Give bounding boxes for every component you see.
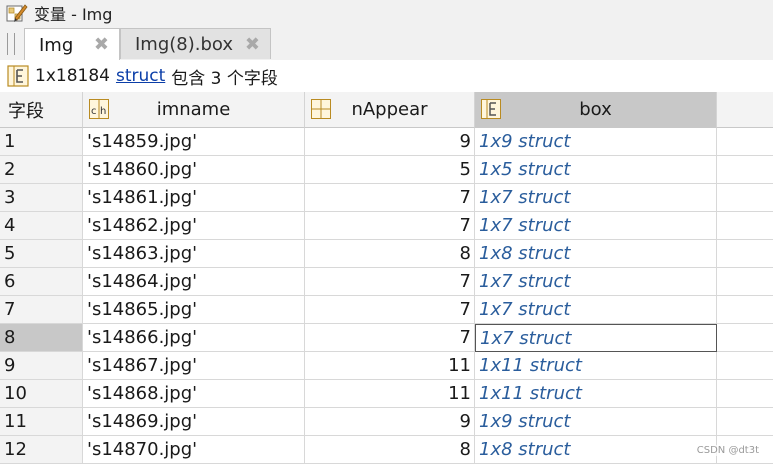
tab-img-label: Img: [39, 34, 74, 56]
variable-info-bar: 1x18184 struct 包含 3 个字段: [0, 60, 773, 92]
field-count-text: 包含 3 个字段: [171, 68, 278, 89]
cell-box[interactable]: 1x8 struct: [475, 436, 717, 464]
numeric-column-icon: [311, 99, 331, 119]
tab-img-8-box[interactable]: Img(8).box ✖: [120, 28, 271, 59]
cell-box[interactable]: 1x5 struct: [475, 156, 717, 184]
cell-imname[interactable]: 's14870.jpg': [83, 436, 305, 464]
cell-box[interactable]: 1x11 struct: [475, 380, 717, 408]
cell-empty: [717, 268, 773, 296]
close-icon[interactable]: ✖: [94, 34, 109, 55]
struct-column-icon: [481, 99, 501, 119]
cell-box[interactable]: 1x11 struct: [475, 352, 717, 380]
cell-nappear[interactable]: 7: [305, 268, 475, 296]
row-number[interactable]: 6: [0, 268, 83, 296]
row-number[interactable]: 8: [0, 324, 83, 352]
tab-bar: Img ✖ Img(8).box ✖: [0, 26, 773, 61]
cell-empty: [717, 128, 773, 156]
struct-icon: [7, 65, 29, 87]
row-header-label: 字段: [8, 100, 44, 122]
cell-nappear[interactable]: 9: [305, 408, 475, 436]
row-number[interactable]: 7: [0, 296, 83, 324]
cell-nappear[interactable]: 7: [305, 184, 475, 212]
column-header-box[interactable]: box: [475, 92, 717, 128]
cell-imname[interactable]: 's14869.jpg': [83, 408, 305, 436]
struct-doc-link[interactable]: struct: [116, 66, 165, 86]
variable-dims: 1x18184: [35, 66, 110, 86]
cell-box[interactable]: 1x8 struct: [475, 240, 717, 268]
cell-box[interactable]: 1x7 struct: [475, 296, 717, 324]
cell-empty: [717, 184, 773, 212]
cell-box[interactable]: 1x7 struct: [475, 324, 717, 352]
cell-imname[interactable]: 's14865.jpg': [83, 296, 305, 324]
row-number[interactable]: 4: [0, 212, 83, 240]
close-icon[interactable]: ✖: [245, 34, 260, 55]
row-number[interactable]: 5: [0, 240, 83, 268]
column-header-nappear[interactable]: nAppear: [305, 92, 475, 128]
svg-text:h: h: [100, 106, 106, 117]
cell-empty: [717, 296, 773, 324]
cell-nappear[interactable]: 11: [305, 352, 475, 380]
tab-bar-grip[interactable]: [7, 33, 15, 55]
cell-nappear[interactable]: 9: [305, 128, 475, 156]
cell-imname[interactable]: 's14862.jpg': [83, 212, 305, 240]
watermark: CSDN @dt3t: [696, 445, 759, 456]
row-number[interactable]: 12: [0, 436, 83, 464]
cell-imname[interactable]: 's14861.jpg': [83, 184, 305, 212]
cell-box[interactable]: 1x9 struct: [475, 128, 717, 156]
cell-empty: [717, 324, 773, 352]
cell-nappear[interactable]: 11: [305, 380, 475, 408]
cell-imname[interactable]: 's14866.jpg': [83, 324, 305, 352]
row-number[interactable]: 11: [0, 408, 83, 436]
column-header-imname[interactable]: c h imname: [83, 92, 305, 128]
cell-imname[interactable]: 's14867.jpg': [83, 352, 305, 380]
cell-imname[interactable]: 's14859.jpg': [83, 128, 305, 156]
cell-empty: [717, 212, 773, 240]
cell-box[interactable]: 1x7 struct: [475, 212, 717, 240]
cell-imname[interactable]: 's14863.jpg': [83, 240, 305, 268]
cell-imname[interactable]: 's14868.jpg': [83, 380, 305, 408]
window-titlebar: 变量 - Img: [0, 0, 773, 26]
cell-nappear[interactable]: 7: [305, 212, 475, 240]
cell-empty: [717, 408, 773, 436]
cell-nappear[interactable]: 7: [305, 324, 475, 352]
column-label-imname: imname: [156, 99, 231, 120]
cell-empty: [717, 156, 773, 184]
tab-img[interactable]: Img ✖: [24, 28, 120, 61]
cell-box[interactable]: 1x7 struct: [475, 184, 717, 212]
row-number[interactable]: 3: [0, 184, 83, 212]
variable-edit-icon: [6, 4, 28, 22]
cell-nappear[interactable]: 8: [305, 240, 475, 268]
cell-nappear[interactable]: 8: [305, 436, 475, 464]
row-number[interactable]: 10: [0, 380, 83, 408]
cell-empty: [717, 352, 773, 380]
column-header-empty: [717, 92, 773, 128]
cell-box[interactable]: 1x9 struct: [475, 408, 717, 436]
row-number[interactable]: 1: [0, 128, 83, 156]
cell-nappear[interactable]: 5: [305, 156, 475, 184]
tab-img-8-box-label: Img(8).box: [135, 33, 234, 55]
cell-nappear[interactable]: 7: [305, 296, 475, 324]
cell-empty: [717, 240, 773, 268]
cell-imname[interactable]: 's14864.jpg': [83, 268, 305, 296]
column-label-box: box: [579, 99, 612, 120]
row-header-column[interactable]: 字段: [0, 92, 83, 128]
row-number[interactable]: 9: [0, 352, 83, 380]
cell-empty: [717, 380, 773, 408]
row-number[interactable]: 2: [0, 156, 83, 184]
char-column-icon: c h: [89, 99, 109, 119]
cell-box[interactable]: 1x7 struct: [475, 268, 717, 296]
cell-imname[interactable]: 's14860.jpg': [83, 156, 305, 184]
window-title: 变量 - Img: [34, 5, 113, 24]
svg-text:c: c: [91, 106, 97, 117]
